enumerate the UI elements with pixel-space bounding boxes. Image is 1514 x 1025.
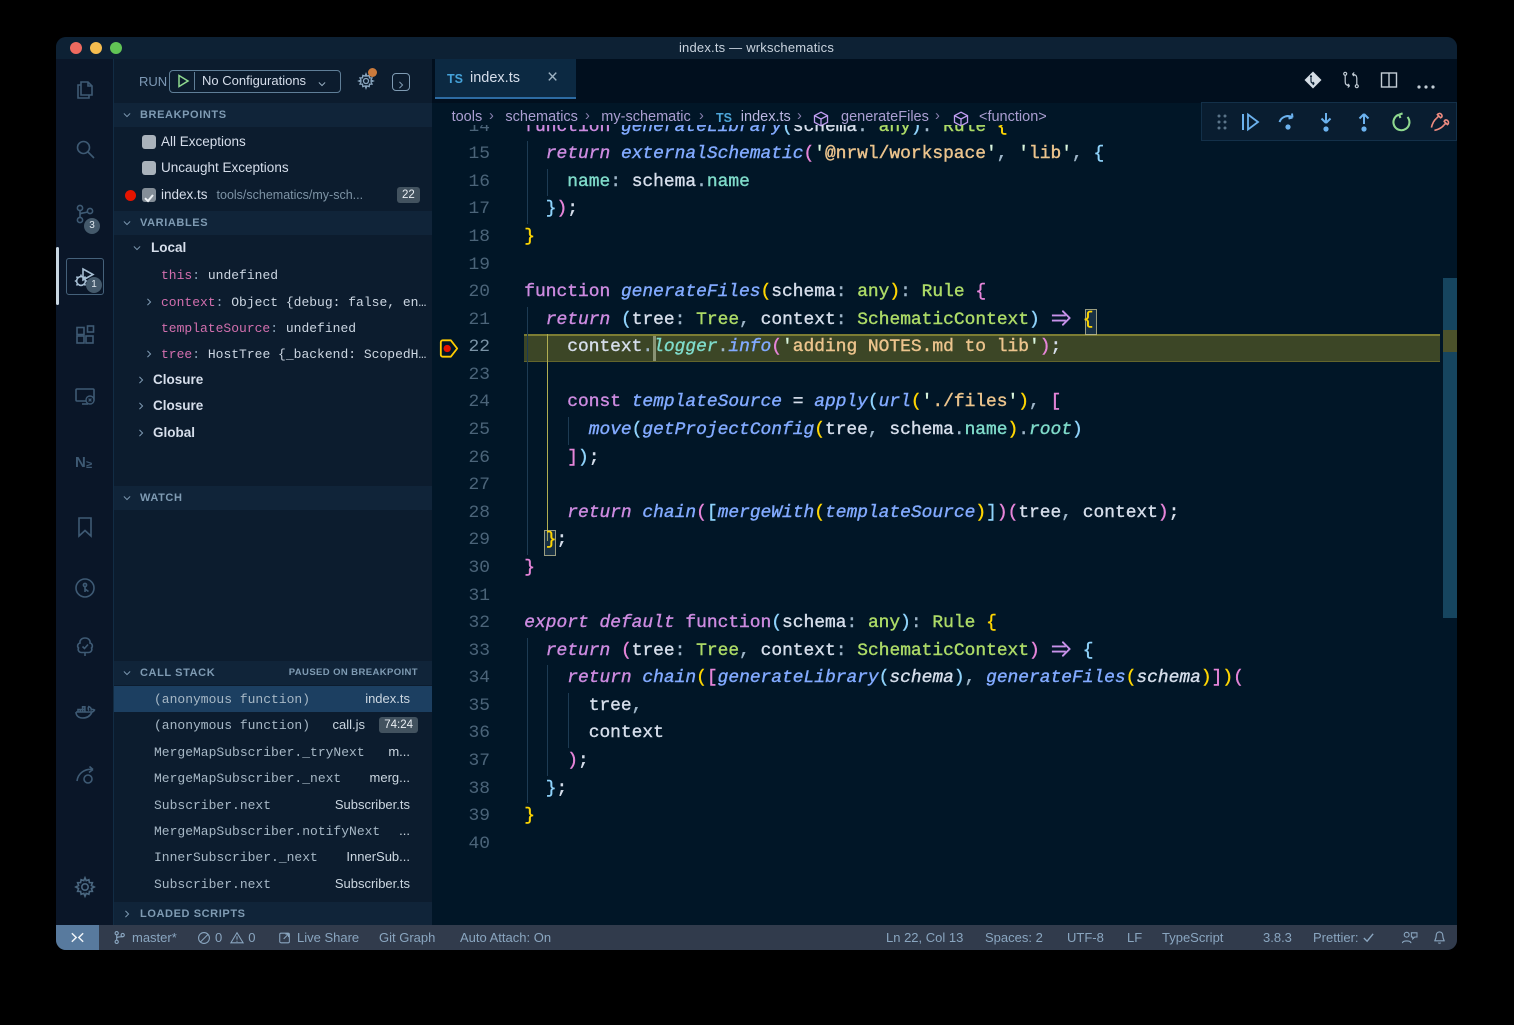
svg-text:N: N <box>75 454 86 471</box>
svg-text:≥: ≥ <box>86 459 92 471</box>
